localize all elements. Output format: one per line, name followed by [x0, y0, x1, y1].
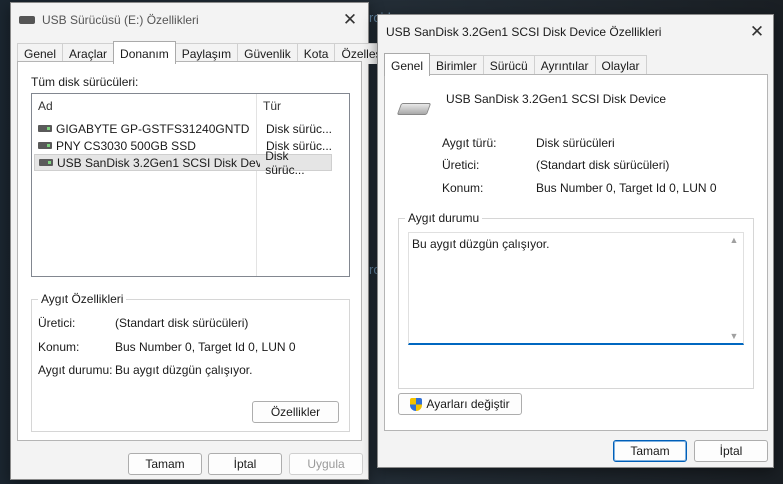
drive-type: Disk sürüc...	[265, 121, 332, 136]
column-header-name[interactable]: Ad	[32, 94, 257, 118]
tab-strip: Genel Birimler Sürücü Ayrıntılar Olaylar	[384, 53, 647, 76]
window-title: USB Sürücüsü (E:) Özellikleri	[42, 13, 199, 27]
scroll-up-icon[interactable]: ▲	[729, 235, 739, 245]
usb-drive-properties-window: USB Sürücüsü (E:) Özellikleri ✕ Genel Ar…	[10, 2, 399, 480]
prop-value: Bu aygıt düzgün çalışıyor.	[115, 363, 253, 377]
device-properties-group: Aygıt Özellikleri Üretici: (Standart dis…	[31, 292, 350, 432]
info-value: (Standart disk sürücüleri)	[536, 158, 670, 172]
drive-icon	[39, 159, 53, 166]
close-icon[interactable]: ✕	[743, 19, 771, 45]
drive-name: USB SanDisk 3.2Gen1 SCSI Disk Devi...	[56, 155, 261, 170]
scroll-down-icon[interactable]: ▼	[729, 331, 739, 341]
change-settings-label: Ayarları değiştir	[426, 397, 510, 411]
info-value: Disk sürücüleri	[536, 136, 615, 150]
group-title: Aygıt Özellikleri	[38, 292, 127, 306]
prop-value: (Standart disk sürücüleri)	[115, 316, 249, 330]
list-item[interactable]: GIGABYTE GP-GSTFS31240GNTD Disk sürüc...	[34, 120, 332, 137]
prop-label: Konum:	[38, 340, 80, 354]
group-title: Aygıt durumu	[405, 211, 483, 225]
ok-button[interactable]: Tamam	[128, 453, 202, 475]
device-status-textbox[interactable]: Bu aygıt düzgün çalışıyor. ▲ ▼	[408, 232, 744, 345]
disk-device-properties-window: USB SanDisk 3.2Gen1 SCSI Disk Device Öze…	[377, 14, 774, 468]
hardware-tab-panel: Tüm disk sürücüleri: Ad Tür GIGABYTE GP-…	[17, 61, 362, 441]
drive-icon	[38, 125, 52, 132]
title-bar: USB Sürücüsü (E:) Özellikleri ✕	[11, 3, 368, 37]
change-settings-button[interactable]: Ayarları değiştir	[398, 393, 522, 415]
cancel-button[interactable]: İptal	[208, 453, 282, 475]
tab-donanim[interactable]: Donanım	[113, 41, 176, 64]
ok-button[interactable]: Tamam	[613, 440, 687, 462]
tab-birimler[interactable]: Birimler	[429, 55, 484, 76]
drive-name: PNY CS3030 500GB SSD	[56, 138, 196, 153]
tab-olaylar[interactable]: Olaylar	[594, 55, 647, 76]
tab-genel[interactable]: Genel	[384, 53, 431, 76]
disk-device-icon	[396, 103, 432, 115]
list-item-selected[interactable]: USB SanDisk 3.2Gen1 SCSI Disk Devi... Di…	[34, 149, 332, 177]
tab-surucu[interactable]: Sürücü	[482, 55, 535, 76]
prop-label: Üretici:	[38, 316, 76, 330]
list-header: Ad Tür	[32, 94, 349, 118]
prop-value: Bus Number 0, Target Id 0, LUN 0	[115, 340, 296, 354]
apply-button[interactable]: Uygula	[289, 453, 363, 475]
tab-ayrintilar[interactable]: Ayrıntılar	[533, 55, 596, 76]
scrollbar[interactable]: ▲ ▼	[727, 235, 741, 341]
device-status-group: Aygıt durumu Bu aygıt düzgün çalışıyor. …	[398, 211, 754, 389]
status-text: Bu aygıt düzgün çalışıyor.	[412, 237, 550, 251]
info-value: Bus Number 0, Target Id 0, LUN 0	[536, 181, 717, 195]
drive-icon	[19, 16, 35, 24]
close-icon[interactable]: ✕	[336, 7, 364, 33]
drive-icon	[38, 142, 52, 149]
general-tab-panel: USB SanDisk 3.2Gen1 SCSI Disk Device Ayg…	[384, 74, 768, 431]
prop-label: Aygıt durumu:	[38, 363, 113, 377]
properties-button[interactable]: Özellikler	[252, 401, 339, 423]
info-label: Üretici:	[442, 158, 480, 172]
title-bar: USB SanDisk 3.2Gen1 SCSI Disk Device Öze…	[378, 15, 773, 49]
info-label: Konum:	[442, 181, 484, 195]
device-name: USB SanDisk 3.2Gen1 SCSI Disk Device	[446, 92, 667, 106]
drive-list[interactable]: Ad Tür GIGABYTE GP-GSTFS31240GNTD Disk s…	[31, 93, 350, 277]
drives-label: Tüm disk sürücüleri:	[31, 75, 139, 89]
drive-type: Disk sürüc...	[265, 148, 305, 177]
column-header-type[interactable]: Tür	[257, 94, 350, 118]
window-title: USB SanDisk 3.2Gen1 SCSI Disk Device Öze…	[386, 25, 662, 39]
info-label: Aygıt türü:	[442, 136, 497, 150]
shield-icon	[410, 397, 423, 411]
cancel-button[interactable]: İptal	[694, 440, 768, 462]
drive-name: GIGABYTE GP-GSTFS31240GNTD	[56, 121, 250, 136]
